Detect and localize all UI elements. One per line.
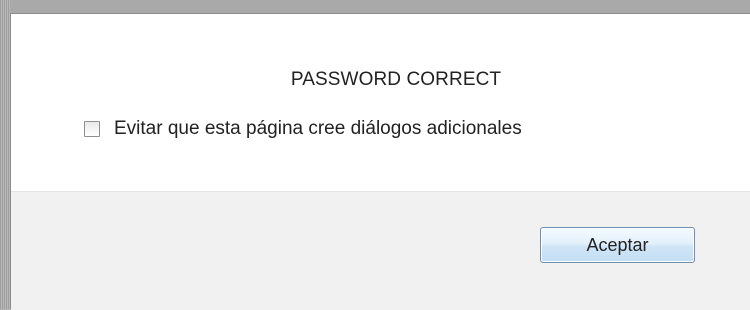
- suppress-dialogs-label[interactable]: Evitar que esta página cree diálogos adi…: [114, 118, 522, 140]
- suppress-dialogs-checkbox[interactable]: [84, 121, 100, 137]
- dialog-footer: Aceptar: [11, 191, 750, 310]
- dialog-message: PASSWORD CORRECT: [290, 69, 502, 90]
- page-backdrop-top: [0, 0, 750, 13]
- page-backdrop-left: [0, 0, 10, 309]
- accept-button[interactable]: Aceptar: [540, 227, 695, 263]
- suppress-dialogs-option[interactable]: Evitar que esta página cree diálogos adi…: [84, 118, 522, 140]
- alert-dialog: PASSWORD CORRECT Evitar que esta página …: [10, 13, 750, 310]
